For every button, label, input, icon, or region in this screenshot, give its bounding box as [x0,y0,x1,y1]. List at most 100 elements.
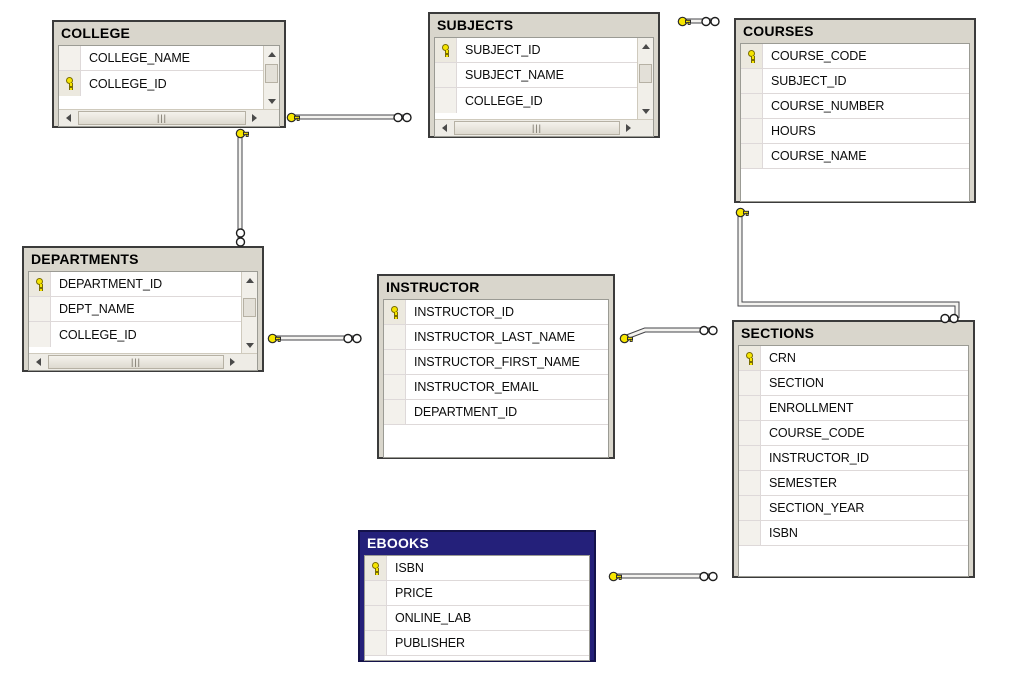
er-diagram-canvas[interactable]: COLLEGE COLLEGE_NAME COLLEGE_ID ||| SUBJECTS… [0,0,1024,689]
entity-table-college[interactable]: COLLEGE COLLEGE_NAME COLLEGE_ID ||| [52,20,286,128]
column-name: ISBN [395,561,424,575]
column-row[interactable]: ISBN [739,521,968,546]
chevron-down-icon [246,342,254,348]
scroll-left-button[interactable] [30,354,46,370]
column-grid-departments[interactable]: DEPARTMENT_ID DEPT_NAME COLLEGE_ID ||| [28,271,258,371]
scroll-up-button[interactable] [264,46,279,62]
column-row[interactable]: COLLEGE_ID [29,322,241,347]
column-row[interactable]: SUBJECT_ID [435,38,637,63]
column-row[interactable]: INSTRUCTOR_FIRST_NAME [384,350,608,375]
horizontal-scrollbar[interactable]: ||| [59,109,279,126]
column-row[interactable]: ONLINE_LAB [365,606,589,631]
column-name: COLLEGE_ID [465,93,543,108]
column-row[interactable]: INSTRUCTOR_LAST_NAME [384,325,608,350]
scroll-up-button[interactable] [638,38,653,54]
row-gutter [435,63,457,87]
chevron-right-icon [625,124,631,132]
scroll-right-button[interactable] [246,110,262,126]
row-gutter [741,144,763,168]
column-row[interactable]: INSTRUCTOR_EMAIL [384,375,608,400]
column-row[interactable]: COLLEGE_ID [435,88,637,113]
column-row-blank[interactable] [741,169,969,194]
column-row[interactable]: PRICE [365,581,589,606]
vertical-scrollbar[interactable] [241,272,257,353]
column-row[interactable]: DEPARTMENT_ID [29,272,241,297]
column-row[interactable]: SUBJECT_NAME [435,63,637,88]
column-row[interactable]: COLLEGE_ID [59,71,263,96]
scroll-down-button[interactable] [264,93,279,109]
relationship-line-rel-courses-sections[interactable] [739,212,958,318]
entity-title-courses: COURSES [743,23,814,39]
horizontal-scrollbar[interactable]: ||| [435,119,653,136]
column-name: ENROLLMENT [769,401,854,415]
column-row[interactable]: COLLEGE_NAME [59,46,263,71]
relationship-line-rel-instructor-sections[interactable] [623,329,716,339]
entity-table-subjects[interactable]: SUBJECTS SUBJECT_ID SUBJECT_NAME COLLEGE_ID… [428,12,660,138]
scroll-right-button[interactable] [224,354,240,370]
chevron-up-icon [642,43,650,49]
row-gutter [739,371,761,395]
column-row[interactable]: ENROLLMENT [739,396,968,421]
vertical-scroll-thumb[interactable] [243,298,256,317]
row-gutter [384,350,406,374]
column-row[interactable]: INSTRUCTOR_ID [739,446,968,471]
entity-table-instructor[interactable]: INSTRUCTOR INSTRUCTOR_ID INSTRUCTOR_LAST_N… [377,274,615,459]
primary-key-gutter [384,300,406,324]
column-row[interactable]: COURSE_NUMBER [741,94,969,119]
column-row-blank[interactable] [739,546,968,571]
column-list: COLLEGE_NAME COLLEGE_ID [59,46,263,96]
entity-table-courses[interactable]: COURSES COURSE_CODE SUBJECT_ID COURSE_NUMBE… [734,18,976,203]
horizontal-scroll-thumb[interactable]: ||| [78,111,246,125]
column-row[interactable]: DEPARTMENT_ID [384,400,608,425]
column-row[interactable]: COURSE_NAME [741,144,969,169]
vertical-scrollbar[interactable] [263,46,279,109]
horizontal-scrollbar[interactable]: ||| [29,353,257,370]
row-gutter [741,69,763,93]
column-row[interactable]: CRN [739,346,968,371]
scroll-down-button[interactable] [242,337,257,353]
column-grid-instructor[interactable]: INSTRUCTOR_ID INSTRUCTOR_LAST_NAME INSTRUC… [383,299,609,458]
column-row[interactable]: PUBLISHER [365,631,589,656]
horizontal-scroll-thumb[interactable]: ||| [454,121,620,135]
column-grid-subjects[interactable]: SUBJECT_ID SUBJECT_NAME COLLEGE_ID ||| [434,37,654,137]
scroll-up-button[interactable] [242,272,257,288]
column-row[interactable]: SUBJECT_ID [741,69,969,94]
vertical-scroll-thumb[interactable] [639,64,652,83]
column-row-blank[interactable] [365,656,589,660]
scroll-left-button[interactable] [436,120,452,136]
column-row-blank[interactable] [384,425,608,450]
chevron-right-icon [251,114,257,122]
column-name: INSTRUCTOR_FIRST_NAME [414,355,580,369]
primary-key-gutter [59,71,81,96]
entity-table-sections[interactable]: SECTIONS CRN SECTION ENROLLMENT COURSE_CODE I… [732,320,975,578]
column-grid-courses[interactable]: COURSE_CODE SUBJECT_ID COURSE_NUMBER HOURS C… [740,43,970,202]
horizontal-scroll-thumb[interactable]: ||| [48,355,224,369]
row-gutter [384,400,406,424]
key-icon [63,77,76,90]
column-row[interactable]: COURSE_CODE [741,44,969,69]
column-grid-college[interactable]: COLLEGE_NAME COLLEGE_ID ||| [58,45,280,127]
vertical-scrollbar[interactable] [637,38,653,119]
cardinality-one-key-icon [605,568,622,585]
column-row[interactable]: SEMESTER [739,471,968,496]
column-row[interactable]: SECTION [739,371,968,396]
column-row[interactable]: INSTRUCTOR_ID [384,300,608,325]
column-row[interactable]: HOURS [741,119,969,144]
column-list: DEPARTMENT_ID DEPT_NAME COLLEGE_ID [29,272,241,347]
entity-table-ebooks[interactable]: EBOOKS ISBN PRICE ONLINE_LAB PUBLISHER [358,530,596,662]
entity-table-departments[interactable]: DEPARTMENTS DEPARTMENT_ID DEPT_NAME COLLEGE… [22,246,264,372]
scroll-right-button[interactable] [620,120,636,136]
scroll-left-button[interactable] [60,110,76,126]
column-row[interactable]: DEPT_NAME [29,297,241,322]
column-name: INSTRUCTOR_ID [769,451,869,465]
row-gutter [741,169,763,194]
column-grid-ebooks[interactable]: ISBN PRICE ONLINE_LAB PUBLISHER [364,555,590,661]
column-row[interactable]: COURSE_CODE [739,421,968,446]
column-grid-sections[interactable]: CRN SECTION ENROLLMENT COURSE_CODE INSTRUCTO… [738,345,969,577]
column-row[interactable]: SECTION_YEAR [739,496,968,521]
entity-title-instructor: INSTRUCTOR [386,279,480,295]
column-row[interactable]: ISBN [365,556,589,581]
scroll-down-button[interactable] [638,103,653,119]
vertical-scroll-thumb[interactable] [265,64,278,83]
row-gutter [739,496,761,520]
